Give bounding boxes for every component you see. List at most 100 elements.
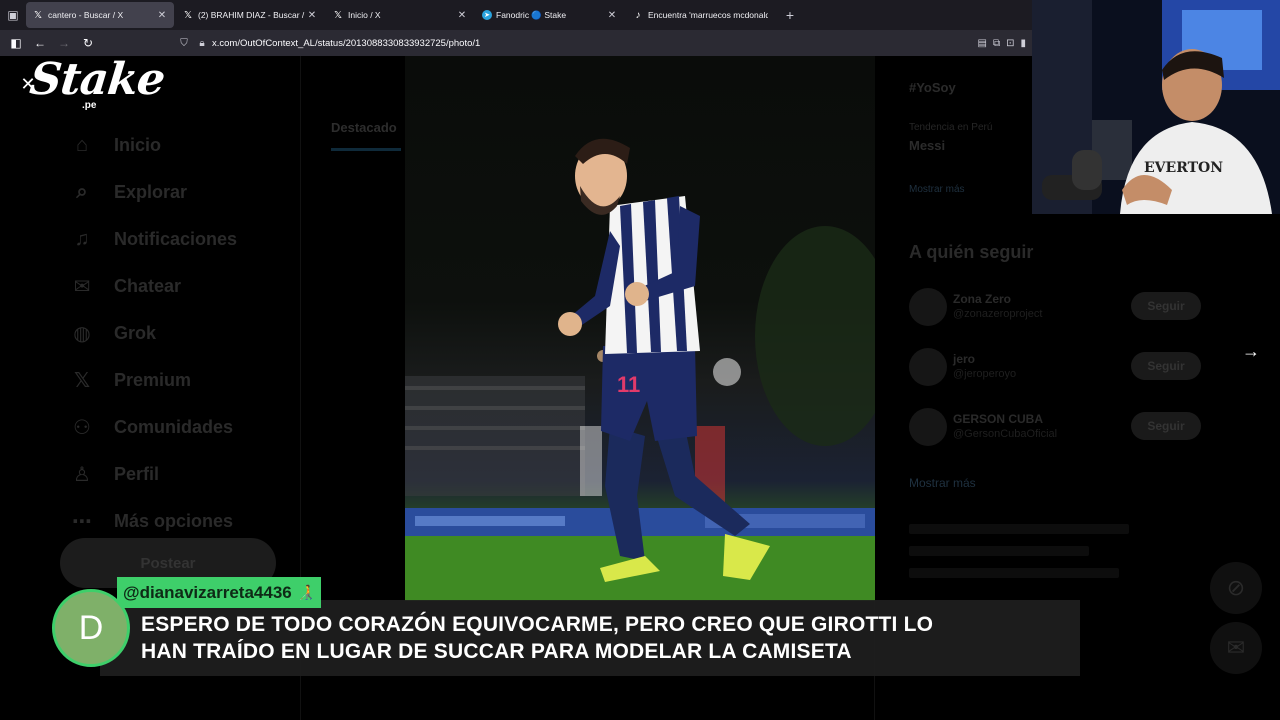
follow-suggestion[interactable]: GERSON CUBA @GersonCubaOficial Seguir <box>909 408 1209 448</box>
tab-title: (2) BRAHIM DIAZ - Buscar / X <box>198 10 306 20</box>
reload-button[interactable]: ↻ <box>76 30 100 56</box>
lock-icon[interactable]: 🔒︎ <box>194 38 210 49</box>
sidebar-item-label: Inicio <box>114 135 162 155</box>
back-button[interactable]: ← <box>28 30 52 56</box>
follow-handle: @GersonCubaOficial <box>953 428 1058 440</box>
avatar: D <box>52 589 130 667</box>
tab-title: Fanodric 🔵 Stake <box>496 9 567 20</box>
follow-name: GERSON CUBA <box>953 412 1044 426</box>
screenshot-icon[interactable]: ⊡ <box>1006 38 1014 49</box>
grok-float-icon[interactable]: ⊘ <box>1210 562 1262 614</box>
tab-close-icon[interactable]: ✕ <box>156 10 168 21</box>
tab-title: Inicio / X <box>348 10 381 20</box>
comment-text: ESPERO DE TODO CORAZÓN EQUIVOCARME, PERO… <box>141 611 1071 665</box>
tiktok-icon: ♪ <box>635 9 641 21</box>
x-sidebar-nav: ⌂ Inicio ⌕ Explorar ♫ Notificaciones ✉ Chate… <box>68 122 237 545</box>
sidebar-item-profile[interactable]: ♙ Perfil <box>68 451 237 498</box>
trend-label: Tendencia en Perú <box>909 122 993 133</box>
reader-view-icon[interactable]: ▤ <box>978 38 987 49</box>
picture-in-picture-icon[interactable]: ⧉ <box>993 38 1000 49</box>
forward-button[interactable]: → <box>52 30 76 56</box>
browser-tab-1[interactable]: 𝕏 cantero - Buscar / X ✕ <box>26 2 174 28</box>
sidebar-item-label: Grok <box>114 323 157 343</box>
follow-name: jero <box>953 352 976 366</box>
trend-title[interactable]: #YoSoy <box>909 80 956 95</box>
sidebar-item-label: Comunidades <box>114 417 234 437</box>
new-tab-button[interactable]: + <box>780 7 800 23</box>
follow-button[interactable]: Seguir <box>1131 352 1201 380</box>
tab-featured[interactable]: Destacado <box>331 120 397 135</box>
x-logo-icon: 𝕏 <box>33 9 43 21</box>
sidebar-item-label: Perfil <box>114 464 160 484</box>
url-text[interactable]: x.com/OutOfContext_AL/status/20130883308… <box>212 38 978 49</box>
sidebar-item-label: Más opciones <box>114 511 234 531</box>
home-icon: ⌂ <box>75 134 89 156</box>
sidebar-item-grok[interactable]: ◍ Grok <box>68 310 237 357</box>
tab-close-icon[interactable]: ✕ <box>306 10 318 21</box>
x-logo-icon: 𝕏 <box>333 9 343 21</box>
stake-logo-wordmark: Stake <box>27 54 167 105</box>
stake-logo: Stake .pe <box>27 54 166 114</box>
trend-title[interactable]: Messi <box>909 138 945 153</box>
player-illustration: 11 <box>405 138 875 601</box>
comment-line-2: HAN TRAÍDO EN LUGAR DE SUCCAR PARA MODEL… <box>141 640 852 663</box>
tab-close-icon[interactable]: ✕ <box>456 10 468 21</box>
browser-nav-bar: ◧ ← → ↻ ⛉ 🔒︎ x.com/OutOfContext_AL/statu… <box>0 30 1032 56</box>
sidebar-item-label: Chatear <box>114 276 182 296</box>
search-icon: ⌕ <box>76 181 88 203</box>
follow-name: Zona Zero <box>953 292 1012 306</box>
comment-line-1: ESPERO DE TODO CORAZÓN EQUIVOCARME, PERO… <box>141 613 934 636</box>
next-arrow-icon[interactable]: → <box>1238 338 1264 364</box>
x-logo-icon: 𝕏 <box>183 9 193 21</box>
sidebar-toggle-icon[interactable]: ◧ <box>4 30 28 56</box>
sidebar-item-premium[interactable]: 𝕏 Premium <box>68 357 237 404</box>
address-bar[interactable]: ⛉ 🔒︎ x.com/OutOfContext_AL/status/201308… <box>176 33 1026 53</box>
telegram-icon: ➤ <box>482 10 492 20</box>
who-to-follow-heading: A quién seguir <box>909 242 1034 262</box>
tab-title: cantero - Buscar / X <box>48 10 124 20</box>
sidebar-item-explore[interactable]: ⌕ Explorar <box>68 169 237 216</box>
follow-suggestion[interactable]: jero @jeroperoyo Seguir <box>909 348 1209 388</box>
person-icon: ♙ <box>73 464 91 486</box>
shirt-text: EVERTON <box>1144 160 1223 176</box>
avatar[interactable] <box>909 348 947 386</box>
tab-title: Encuentra 'marruecos mcdonald <box>648 10 768 20</box>
jersey-number: 11 <box>617 372 640 397</box>
follow-button[interactable]: Seguir <box>1131 412 1201 440</box>
url-tools: ▤ ⧉ ⊡ ▮ <box>978 38 1027 49</box>
sidebar-item-communities[interactable]: ⚇ Comunidades <box>68 404 237 451</box>
show-more-follow-link[interactable]: Mostrar más <box>909 476 976 490</box>
footer-links <box>909 524 1149 590</box>
sidebar-item-chat[interactable]: ✉ Chatear <box>68 263 237 310</box>
post-photo[interactable]: 11 <box>405 56 875 601</box>
browser-tab-3[interactable]: 𝕏 Inicio / X ✕ <box>326 2 474 28</box>
sidebar-item-label: Explorar <box>114 182 188 202</box>
tab-underline <box>331 148 401 151</box>
shield-icon[interactable]: ⛉ <box>176 38 192 49</box>
messages-float-icon[interactable]: ✉ <box>1210 622 1262 674</box>
sidebar-item-label: Notificaciones <box>114 229 238 249</box>
follow-suggestion[interactable]: Zona Zero @zonazeroproject Seguir <box>909 288 1209 328</box>
avatar[interactable] <box>909 288 947 326</box>
extensions-icon[interactable]: ▮ <box>1020 38 1026 49</box>
follow-handle: @jeroperoyo <box>953 368 1017 380</box>
follow-button[interactable]: Seguir <box>1131 292 1201 320</box>
more-icon: ⋯ <box>72 511 92 533</box>
x-logo-icon: 𝕏 <box>73 370 91 392</box>
tab-overview-icon[interactable]: ▣ <box>0 0 26 30</box>
follow-handle: @zonazeroproject <box>953 308 1043 320</box>
mail-icon: ✉ <box>73 276 91 298</box>
sidebar-item-home[interactable]: ⌂ Inicio <box>68 122 237 169</box>
stake-logo-suffix: .pe <box>82 100 97 111</box>
grok-icon: ◍ <box>73 323 91 345</box>
browser-tab-2[interactable]: 𝕏 (2) BRAHIM DIAZ - Buscar / X ✕ <box>176 2 324 28</box>
avatar[interactable] <box>909 408 947 446</box>
sidebar-item-notifications[interactable]: ♫ Notificaciones <box>68 216 238 263</box>
show-more-trends-link[interactable]: Mostrar más <box>909 184 965 195</box>
streamer-webcam: EVERTON <box>1032 0 1280 214</box>
browser-tab-5[interactable]: ♪ Encuentra 'marruecos mcdonald <box>626 2 774 28</box>
sidebar-item-label: Premium <box>114 370 192 390</box>
tab-close-icon[interactable]: ✕ <box>606 10 618 21</box>
browser-tab-4[interactable]: ➤ Fanodric 🔵 Stake ✕ <box>476 2 624 28</box>
people-icon: ⚇ <box>73 417 91 439</box>
